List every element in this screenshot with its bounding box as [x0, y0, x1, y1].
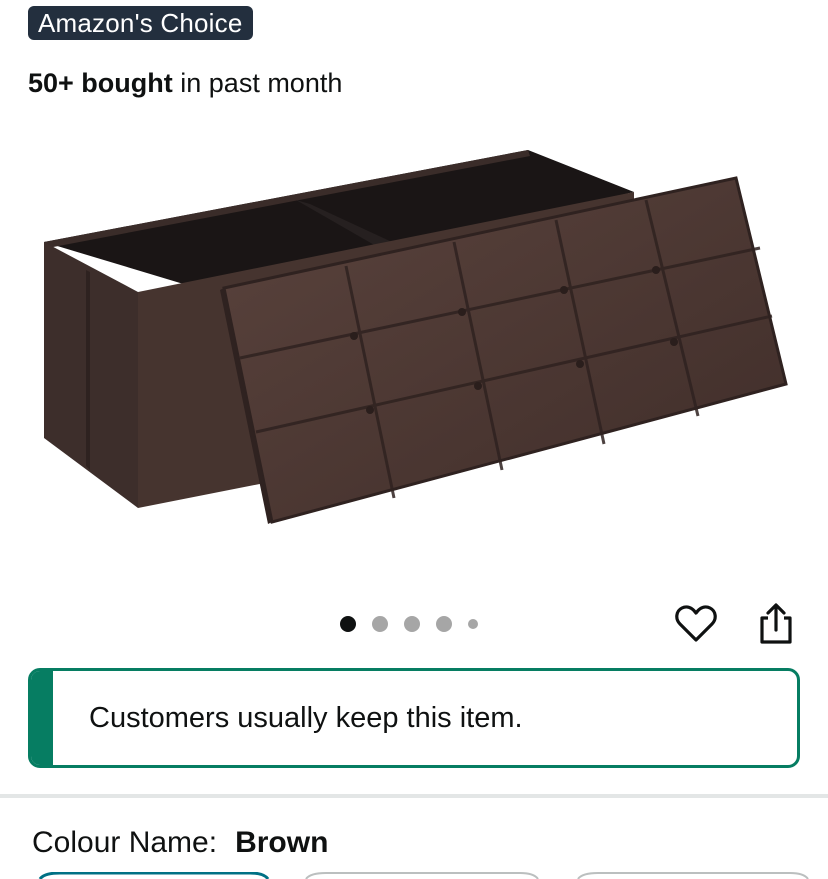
colour-swatch-row-edge[interactable] [0, 872, 828, 879]
carousel-dot-4[interactable] [436, 616, 452, 632]
image-carousel-indicator[interactable] [340, 614, 478, 634]
carousel-dot-3[interactable] [404, 616, 420, 632]
storage-ottoman-bench-illustration [44, 150, 788, 524]
section-divider [0, 794, 828, 798]
notice-text: Customers usually keep this item. [89, 701, 523, 734]
carousel-dot-2[interactable] [372, 616, 388, 632]
customers-keep-notice: Customers usually keep this item. [28, 668, 800, 768]
colour-value: Brown [235, 826, 329, 859]
bought-count: 50+ bought [28, 68, 173, 98]
add-to-wishlist-button[interactable] [674, 602, 718, 646]
share-icon [760, 603, 792, 644]
share-button[interactable] [754, 600, 798, 646]
colour-label: Colour Name: [32, 826, 218, 859]
amazons-choice-badge: Amazon's Choice [28, 6, 253, 40]
carousel-dot-5[interactable] [468, 619, 478, 629]
bought-period: in past month [172, 68, 343, 98]
purchase-info: 50+ bought in past month [28, 66, 342, 100]
carousel-dot-1[interactable] [340, 616, 356, 632]
colour-selector-heading: Colour Name: Brown [32, 824, 328, 862]
notice-accent-bar [31, 671, 53, 765]
product-image[interactable] [0, 120, 828, 590]
heart-icon [675, 605, 717, 642]
